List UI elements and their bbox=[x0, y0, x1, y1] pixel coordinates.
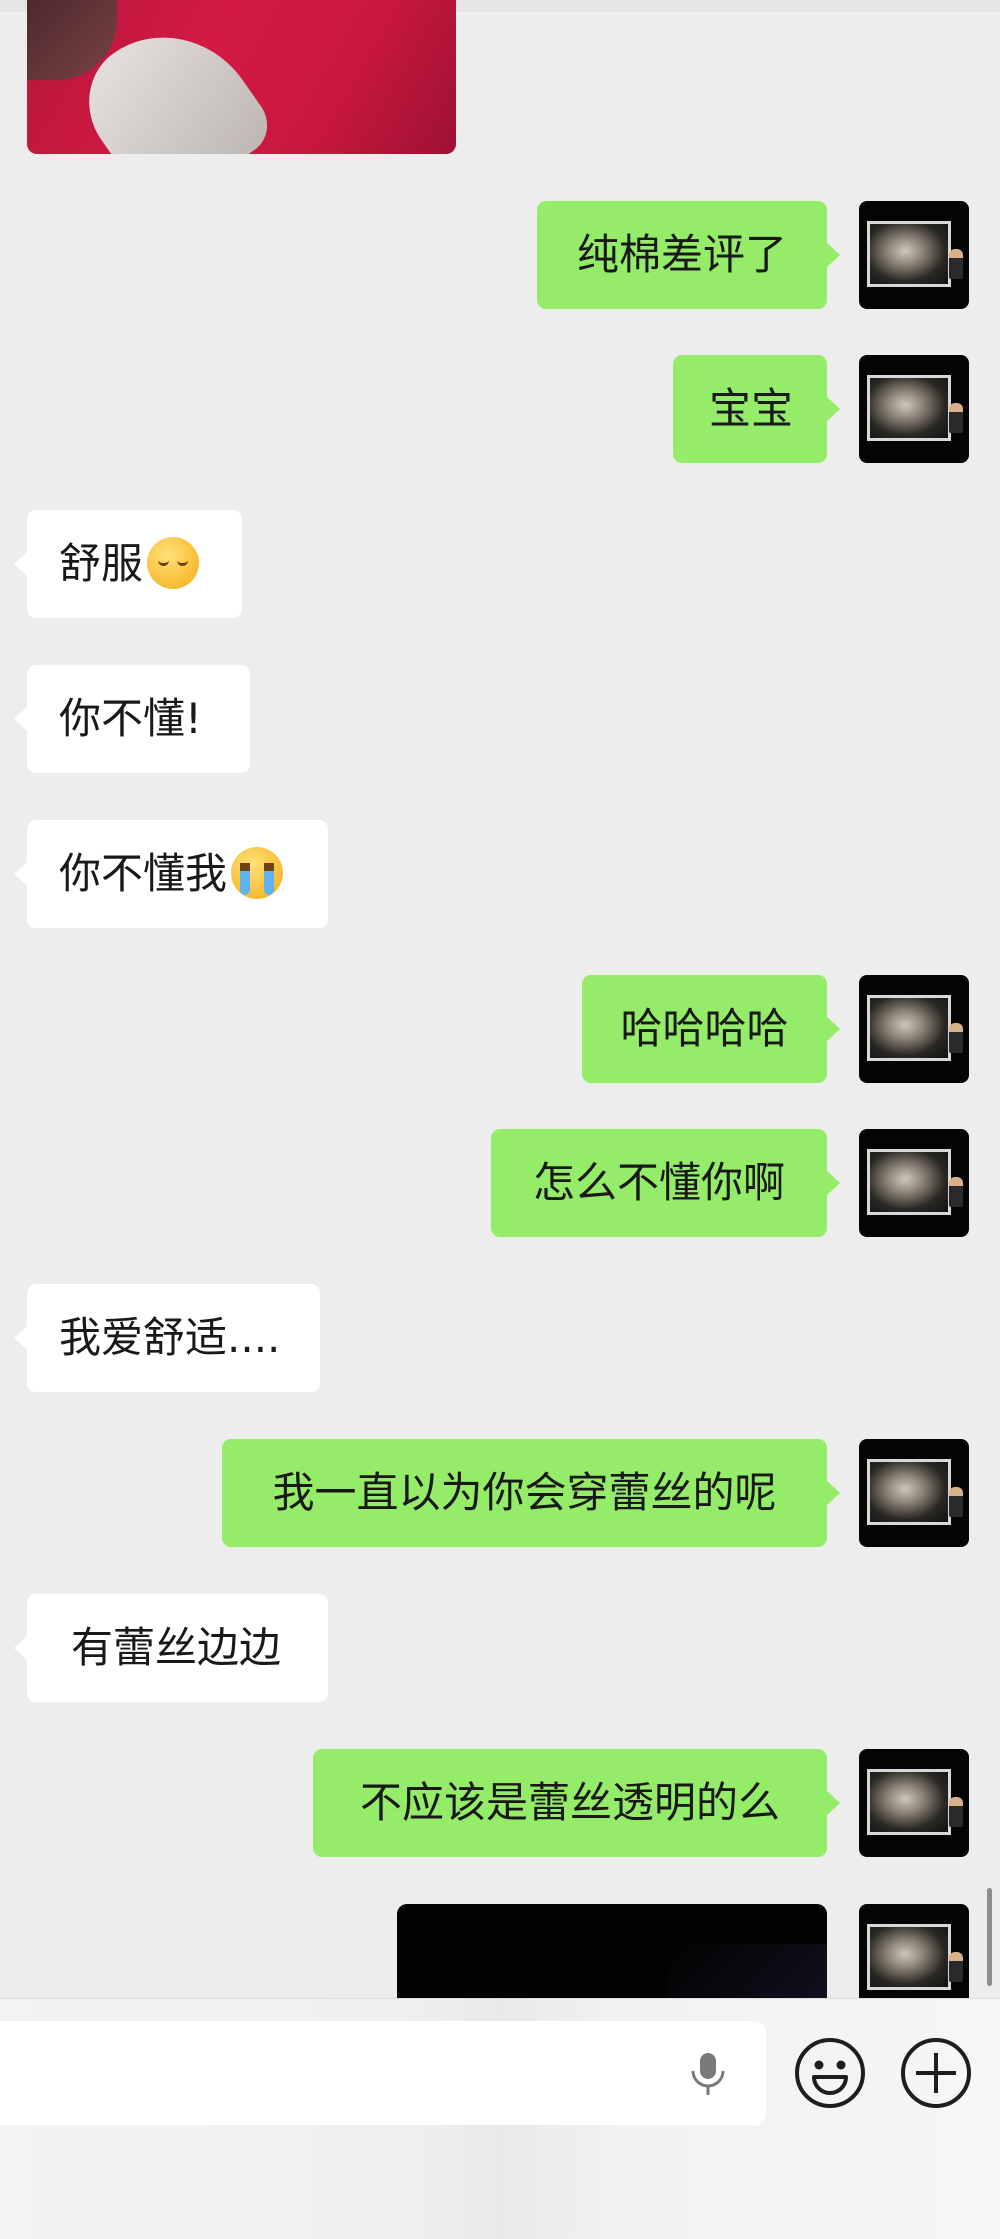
avatar[interactable] bbox=[859, 975, 969, 1083]
sent-message-bubble[interactable]: 宝宝 bbox=[673, 355, 840, 463]
received-message-bubble[interactable]: 舒服 bbox=[14, 510, 242, 618]
sent-message-bubble[interactable]: 不应该是蕾丝透明的么 bbox=[313, 1749, 840, 1857]
plus-icon[interactable] bbox=[900, 2037, 972, 2109]
message-text: 纯棉差评了 bbox=[576, 230, 787, 279]
avatar[interactable] bbox=[859, 1749, 969, 1857]
received-message-bubble[interactable]: 我爱舒适.... bbox=[14, 1284, 320, 1392]
input-bar bbox=[0, 1998, 1000, 2239]
avatar[interactable] bbox=[859, 1129, 969, 1237]
sent-message-bubble[interactable]: 哈哈哈哈 bbox=[582, 975, 840, 1083]
chat-area[interactable]: 纯棉差评了 宝宝 舒服 你不懂! 你不懂我 哈哈哈哈 怎么不懂你啊 我爱舒适..… bbox=[0, 0, 1000, 1998]
message-text: 宝宝 bbox=[709, 384, 794, 433]
message-text: 你不懂我 bbox=[59, 849, 228, 898]
emoji-icon[interactable] bbox=[794, 2037, 866, 2109]
received-message-bubble[interactable]: 有蕾丝边边 bbox=[14, 1594, 328, 1702]
relieved-face-emoji bbox=[147, 536, 200, 589]
sent-message-bubble[interactable]: 纯棉差评了 bbox=[537, 201, 840, 309]
message-text: 不应该是蕾丝透明的么 bbox=[359, 1778, 780, 1827]
message-text: 我爱舒适.... bbox=[59, 1313, 281, 1362]
sent-message-bubble[interactable]: 怎么不懂你啊 bbox=[491, 1129, 840, 1237]
message-input[interactable] bbox=[0, 2021, 766, 2125]
crying-face-emoji bbox=[231, 846, 284, 899]
message-text: 你不懂! bbox=[59, 694, 202, 743]
received-message-bubble[interactable]: 你不懂! bbox=[14, 665, 250, 773]
message-text: 舒服 bbox=[59, 539, 144, 588]
message-text: 哈哈哈哈 bbox=[620, 1004, 789, 1053]
scrollbar[interactable] bbox=[987, 1888, 992, 1986]
avatar[interactable] bbox=[859, 1439, 969, 1547]
message-text: 我一直以为你会穿蕾丝的呢 bbox=[272, 1468, 777, 1517]
avatar[interactable] bbox=[859, 201, 969, 309]
message-text: 有蕾丝边边 bbox=[71, 1623, 282, 1672]
avatar[interactable] bbox=[859, 355, 969, 463]
image-message[interactable] bbox=[27, 0, 456, 154]
microphone-icon[interactable] bbox=[688, 2051, 728, 2097]
avatar[interactable] bbox=[859, 1904, 969, 1998]
image-message[interactable] bbox=[397, 1904, 827, 1998]
received-message-bubble[interactable]: 你不懂我 bbox=[14, 820, 328, 928]
message-text: 怎么不懂你啊 bbox=[532, 1158, 785, 1207]
sent-message-bubble[interactable]: 我一直以为你会穿蕾丝的呢 bbox=[222, 1439, 840, 1547]
